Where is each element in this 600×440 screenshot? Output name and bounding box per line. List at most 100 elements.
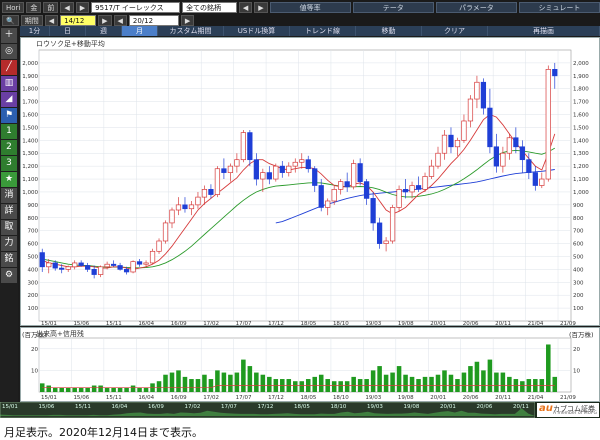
- volume-bar: [500, 372, 506, 392]
- detail-button[interactable]: 詳: [1, 204, 17, 219]
- date-to-input[interactable]: 20/12: [128, 14, 179, 26]
- volume-xtick: 20/06: [463, 395, 479, 401]
- volume-bar: [117, 387, 123, 392]
- price-ytick-left: 1,700: [22, 100, 38, 106]
- volume-xtick: 19/03: [365, 395, 381, 401]
- candle-body: [208, 189, 214, 195]
- candle-body: [513, 137, 519, 148]
- price-ytick-left: 1,600: [22, 113, 38, 119]
- symbol-input[interactable]: 9517/T イーレックス: [91, 1, 181, 13]
- volume-bar: [195, 379, 201, 392]
- tab-1min[interactable]: 1分: [20, 26, 50, 36]
- mae-button[interactable]: 前: [43, 1, 59, 13]
- price-ytick-left: 800: [28, 216, 39, 222]
- candle-body: [338, 181, 344, 190]
- price-xtick: 21/04: [528, 321, 544, 325]
- stock-filter-select[interactable]: 全ての銘柄: [182, 1, 237, 13]
- candle-body: [487, 107, 493, 148]
- tab-custom-period[interactable]: カスタム期間: [158, 26, 224, 36]
- volume-ytick-left: 20: [31, 347, 38, 353]
- period-back-icon[interactable]: ◀: [44, 14, 59, 26]
- candle-body: [201, 189, 208, 198]
- candle-body: [78, 262, 84, 266]
- trade-button[interactable]: 取: [1, 220, 17, 235]
- filter-prev-icon[interactable]: ◀: [238, 1, 253, 13]
- candle-body: [46, 262, 52, 268]
- erase-button[interactable]: 消: [1, 188, 17, 203]
- volume-xtick: 16/09: [171, 395, 187, 401]
- candle-body: [292, 161, 298, 167]
- price-plot-area: [38, 49, 572, 322]
- star-icon[interactable]: ★: [1, 172, 17, 187]
- price-ytick-left: 2,000: [22, 61, 38, 67]
- chart-area-icon[interactable]: ◢: [1, 92, 17, 107]
- tab-clear[interactable]: クリア: [422, 26, 488, 36]
- kin-button[interactable]: 金: [26, 1, 42, 13]
- zoom-icon[interactable]: 🔍: [2, 14, 19, 26]
- preset-1-button[interactable]: 1: [1, 124, 17, 139]
- tab-0[interactable]: 値等率: [269, 1, 351, 13]
- flag-icon[interactable]: ⚑: [1, 108, 17, 123]
- tab-move[interactable]: 移動: [356, 26, 422, 36]
- candle-body: [39, 252, 45, 268]
- price-ytick-left: 1,500: [22, 125, 38, 131]
- next-arrow-icon[interactable]: ▶: [75, 1, 90, 13]
- candle-body: [383, 240, 389, 244]
- volume-ytick-left: 10: [31, 368, 38, 374]
- volume-bar: [396, 366, 402, 392]
- tab-3[interactable]: シミュレート: [518, 1, 600, 13]
- price-ytick-right: 1,800: [573, 87, 589, 93]
- crosshair-icon[interactable]: ＋: [1, 28, 17, 43]
- volume-bar: [130, 385, 136, 392]
- chart-line-icon[interactable]: ╱: [1, 60, 17, 75]
- candle-body: [461, 120, 467, 141]
- price-xtick: 19/08: [398, 321, 414, 325]
- date-from-next-icon[interactable]: ▶: [98, 14, 112, 26]
- price-ytick-right: 1,700: [573, 100, 589, 106]
- preset-3-button[interactable]: 3: [1, 156, 17, 171]
- tab-trendline[interactable]: トレンド線: [290, 26, 356, 36]
- candle-body: [182, 204, 188, 210]
- hori-button[interactable]: Hori: [2, 1, 25, 13]
- price-xtick: 15/06: [73, 321, 89, 325]
- tab-day[interactable]: 日: [50, 26, 86, 36]
- volume-bar: [176, 370, 181, 392]
- price-chart-svg[interactable]: 2,000 2,000 1,900 1,900 1,800 1,800 1,700 1,700…: [21, 38, 599, 325]
- volume-bar: [52, 387, 58, 392]
- stock-button[interactable]: 銘: [1, 252, 17, 267]
- volume-bar: [247, 366, 253, 392]
- tab-month[interactable]: 月: [122, 26, 158, 36]
- tab-redraw[interactable]: 再描画: [488, 26, 600, 36]
- candle-body: [448, 134, 454, 148]
- candle-body: [266, 172, 272, 180]
- left-sidebar: ＋ ◎ ╱ ▥ ◢ ⚑ 1 2 3 ★ 消 詳 取 力 銘 ⚙: [0, 26, 18, 418]
- preset-2-button[interactable]: 2: [1, 140, 17, 155]
- volume-bar: [331, 381, 337, 392]
- timeline-scroller[interactable]: 15/01 15/06 15/11 16/04 16/09 17/02 17/07 17/12…: [0, 402, 535, 418]
- tab-2[interactable]: パラメータ: [435, 1, 517, 13]
- volume-bar: [221, 372, 227, 392]
- timeline-tick: 19/08: [404, 404, 420, 410]
- tab-usd[interactable]: USドル換算: [224, 26, 290, 36]
- volume-xtick: 18/10: [333, 395, 349, 401]
- filter-next-icon[interactable]: ▶: [254, 1, 268, 13]
- date-to-prev-icon[interactable]: ◀: [113, 14, 127, 26]
- tab-week[interactable]: 週: [86, 26, 122, 36]
- volume-bar: [59, 387, 64, 392]
- input-button[interactable]: 力: [1, 236, 17, 251]
- tab-1[interactable]: テータ: [352, 1, 434, 13]
- date-to-next-icon[interactable]: ▶: [180, 14, 195, 26]
- date-from-input[interactable]: 14/12: [60, 14, 97, 26]
- target-icon[interactable]: ◎: [1, 44, 17, 59]
- settings-icon[interactable]: ⚙: [1, 268, 17, 283]
- candle-body: [188, 204, 195, 210]
- chart-candle-icon[interactable]: ▥: [1, 76, 17, 91]
- volume-xtick: 20/11: [495, 395, 511, 401]
- prev-arrow-icon[interactable]: ◀: [60, 1, 74, 13]
- main-toolbar: Hori 金 前 ◀ ▶ 9517/T イーレックス 全ての銘柄 ◀ ▶ 値等率…: [0, 0, 600, 14]
- candle-body: [299, 159, 305, 163]
- candle-body: [519, 146, 525, 161]
- volume-bar: [189, 379, 194, 392]
- volume-bar: [260, 374, 266, 392]
- volume-chart-svg[interactable]: 20 20 10 10 15/01 15/06 15/11 16/04 16/09 17/02 17…: [21, 328, 599, 401]
